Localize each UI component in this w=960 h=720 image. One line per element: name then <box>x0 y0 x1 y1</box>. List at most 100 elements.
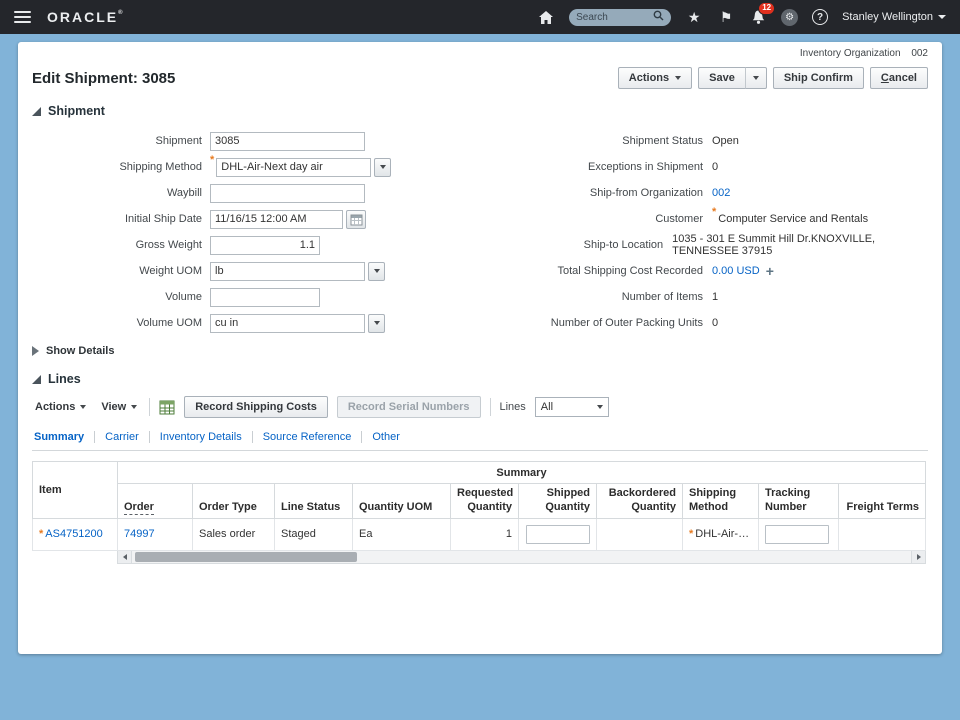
global-header: ORACLE ® ★ ⚑ 12 ⚙ ? Stanley Wellington <box>0 0 960 34</box>
required-asterisk: * <box>689 528 694 540</box>
tab-source-reference[interactable]: Source Reference <box>253 431 363 443</box>
record-shipping-costs-label: Record Shipping Costs <box>195 401 317 413</box>
tab-carrier[interactable]: Carrier <box>95 431 150 443</box>
lines-view-menu[interactable]: View <box>98 399 140 415</box>
scrollbar-track[interactable] <box>132 551 911 563</box>
ship-to-location-label: Ship-to Location <box>583 239 664 251</box>
customer-label: Customer <box>655 213 703 225</box>
table-column-header-row: Order Order Type Line Status Quantity UO… <box>33 483 926 519</box>
shipping-method-label: Shipping Method <box>119 161 202 173</box>
total-shipping-cost-link[interactable]: 0.00 USD <box>712 265 760 277</box>
shipping-method-input[interactable] <box>216 157 372 177</box>
weight-uom-dropdown-button[interactable] <box>368 261 385 281</box>
ship-confirm-button[interactable]: Ship Confirm <box>772 67 864 89</box>
search-input[interactable] <box>576 11 650 23</box>
shipped-quantity-cell <box>518 517 597 551</box>
lines-actions-menu[interactable]: Actions <box>32 399 89 415</box>
volume-input[interactable] <box>210 287 320 307</box>
volume-uom-input[interactable] <box>210 313 365 333</box>
context-value[interactable]: 002 <box>911 48 928 59</box>
export-to-excel-icon[interactable] <box>159 400 175 415</box>
search-icon[interactable] <box>653 8 664 26</box>
order-header-text: Order <box>124 500 154 515</box>
chevron-down-icon <box>373 321 380 325</box>
tracking-number-input[interactable] <box>765 524 829 544</box>
shipment-form-right-column: Shipment Status Open Exceptions in Shipm… <box>460 128 928 336</box>
order-column-header[interactable]: Order <box>117 483 193 519</box>
lines-filter-select[interactable]: All <box>534 397 609 417</box>
lines-section-header[interactable]: Lines <box>32 372 928 386</box>
favorites-star-icon[interactable]: ★ <box>685 8 703 26</box>
edit-shipment-page: Inventory Organization 002 Edit Shipment… <box>18 42 942 654</box>
save-button[interactable]: Save <box>698 67 746 89</box>
table-row[interactable]: * AS4751200 74997 Sales order Staged Ea 1… <box>32 517 926 551</box>
required-asterisk: * <box>39 528 44 540</box>
order-type-column-header[interactable]: Order Type <box>192 483 275 519</box>
chevron-down-icon <box>596 405 603 409</box>
initial-ship-date-input[interactable] <box>210 209 343 229</box>
shipping-method-column-header[interactable]: Shipping Method <box>682 483 759 519</box>
menu-icon[interactable] <box>14 11 31 23</box>
lines-actions-label: Actions <box>35 401 76 413</box>
chevron-down-icon <box>752 76 759 80</box>
record-serial-numbers-button[interactable]: Record Serial Numbers <box>336 396 481 418</box>
shipped-quantity-input[interactable] <box>526 524 590 544</box>
context-label: Inventory Organization <box>799 48 901 59</box>
requested-quantity-column-header[interactable]: Requested Quantity <box>450 483 519 519</box>
chevron-down-icon <box>675 76 682 80</box>
shipment-section-header[interactable]: Shipment <box>32 104 928 118</box>
actions-button[interactable]: Actions <box>617 67 693 89</box>
scrollbar-thumb[interactable] <box>135 551 357 562</box>
volume-uom-dropdown-button[interactable] <box>368 313 385 333</box>
order-cell: 74997 <box>117 517 193 551</box>
gross-weight-label: Gross Weight <box>135 239 202 251</box>
scroll-right-arrow[interactable] <box>911 550 925 563</box>
add-shipping-cost-plus-icon[interactable]: + <box>766 264 774 278</box>
help-icon[interactable]: ? <box>812 9 829 25</box>
shipped-quantity-column-header[interactable]: Shipped Quantity <box>518 483 597 519</box>
ship-confirm-label: Ship Confirm <box>783 72 853 84</box>
shipping-method-dropdown-button[interactable] <box>374 157 392 177</box>
required-asterisk: * <box>210 154 215 166</box>
shipment-form-left-column: Shipment Shipping Method * Waybill Initi… <box>32 128 460 336</box>
notifications-bell-icon[interactable]: 12 <box>749 2 776 26</box>
weight-uom-input[interactable] <box>210 261 365 281</box>
field-gross-weight: Gross Weight <box>32 232 460 258</box>
line-status-column-header[interactable]: Line Status <box>274 483 353 519</box>
lines-section-title: Lines <box>48 372 81 386</box>
quantity-uom-cell: Ea <box>352 517 451 551</box>
scroll-left-arrow[interactable] <box>118 550 132 563</box>
shipping-method-text: DHL-Air-Next ... <box>695 528 752 540</box>
show-details-toggle[interactable]: Show Details <box>32 345 928 357</box>
quantity-uom-column-header[interactable]: Quantity UOM <box>352 483 451 519</box>
brand-text: ORACLE <box>47 9 119 25</box>
field-volume: Volume <box>32 284 460 310</box>
waybill-input[interactable] <box>210 183 365 203</box>
tab-other[interactable]: Other <box>362 431 410 443</box>
watchlist-flag-icon[interactable]: ⚑ <box>717 8 735 26</box>
table-horizontal-scrollbar[interactable] <box>117 550 926 564</box>
user-menu[interactable]: Stanley Wellington <box>842 11 946 23</box>
tab-summary[interactable]: Summary <box>32 431 96 443</box>
tracking-number-column-header[interactable]: Tracking Number <box>758 483 839 519</box>
settings-gear-icon[interactable]: ⚙ <box>781 8 799 26</box>
save-dropdown-button[interactable] <box>744 67 767 89</box>
shipment-input[interactable] <box>210 131 365 151</box>
item-link[interactable]: AS4751200 <box>45 528 103 540</box>
chevron-down-icon <box>938 15 946 19</box>
record-shipping-costs-button[interactable]: Record Shipping Costs <box>184 396 328 418</box>
backordered-quantity-column-header[interactable]: Backordered Quantity <box>596 483 683 519</box>
tab-inventory-details[interactable]: Inventory Details <box>150 431 253 443</box>
cancel-button[interactable]: Cancel <box>869 67 928 89</box>
item-column-header[interactable]: Item <box>32 461 118 519</box>
calendar-icon[interactable] <box>346 209 366 229</box>
order-link[interactable]: 74997 <box>124 528 155 540</box>
global-search[interactable] <box>569 8 672 26</box>
number-of-items-value: 1 <box>712 291 719 303</box>
freight-terms-column-header[interactable]: Freight Terms <box>838 483 926 519</box>
home-icon[interactable] <box>537 8 555 26</box>
notification-badge: 12 <box>758 2 776 15</box>
volume-label: Volume <box>165 291 202 303</box>
gross-weight-input[interactable] <box>210 235 320 255</box>
ship-from-org-link[interactable]: 002 <box>712 187 730 199</box>
